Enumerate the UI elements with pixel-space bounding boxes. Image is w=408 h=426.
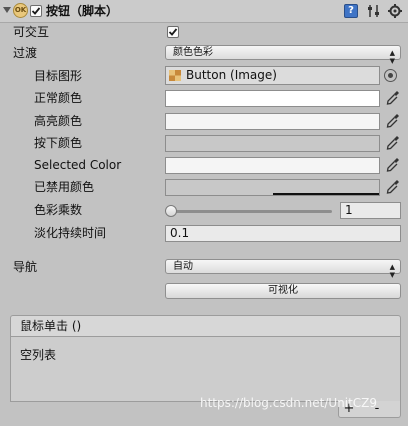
color-multiplier-input[interactable]: 1	[340, 202, 401, 219]
interactable-checkbox[interactable]	[167, 26, 179, 38]
navigation-dropdown[interactable]: 自动 ▲ ▼	[165, 259, 401, 279]
highlighted-color-field[interactable]	[165, 113, 380, 130]
checkmark-icon	[31, 7, 41, 15]
color-multiplier-slider-thumb[interactable]	[165, 205, 177, 217]
normal-color-field[interactable]	[165, 90, 380, 107]
eyedropper-icon[interactable]	[386, 179, 400, 195]
eyedropper-icon[interactable]	[386, 135, 400, 151]
preset-sliders-icon[interactable]	[366, 3, 382, 19]
pressed-color-field[interactable]	[165, 135, 380, 152]
normal-color-label: 正常颜色	[34, 91, 83, 105]
component-enabled-checkbox[interactable]	[30, 5, 42, 17]
gear-icon[interactable]	[387, 3, 403, 19]
color-multiplier-label: 色彩乘数	[34, 203, 83, 217]
watermark-text: https://blog.csdn.net/UnitCZ9	[200, 396, 378, 410]
component-title: 按钮（脚本）	[46, 4, 119, 18]
checkmark-icon	[168, 28, 178, 36]
script-ok-icon: OK	[13, 3, 28, 18]
transition-dropdown[interactable]: 颜色色彩 ▲ ▼	[165, 45, 401, 65]
visualize-button[interactable]: 可视化	[165, 283, 401, 299]
object-picker-icon[interactable]	[384, 69, 397, 82]
navigation-value: 自动	[173, 261, 193, 272]
help-icon[interactable]: ?	[344, 4, 358, 18]
highlighted-color-label: 高亮颜色	[34, 114, 83, 128]
fade-duration-label: 淡化持续时间	[34, 226, 107, 240]
eyedropper-icon[interactable]	[386, 113, 400, 129]
foldout-arrow-icon[interactable]	[3, 7, 11, 13]
target-graphic-field[interactable]: Button (Image)	[165, 66, 380, 85]
empty-list-text: 空列表	[20, 348, 57, 362]
pressed-color-label: 按下颜色	[34, 136, 83, 150]
color-multiplier-slider-track[interactable]	[172, 210, 332, 213]
alpha-bar	[273, 193, 379, 195]
disabled-color-field[interactable]	[165, 179, 380, 196]
selected-color-field[interactable]	[165, 157, 380, 174]
onclick-event-header: 鼠标单击 ()	[10, 315, 401, 337]
selected-color-label: Selected Color	[34, 158, 122, 172]
interactable-label: 可交互	[13, 25, 50, 39]
transition-value: 颜色色彩	[173, 47, 213, 58]
eyedropper-icon[interactable]	[386, 90, 400, 106]
disabled-color-label: 已禁用颜色	[34, 180, 95, 194]
onclick-event-list: 空列表	[10, 336, 401, 402]
transition-label: 过渡	[13, 46, 38, 60]
navigation-label: 导航	[13, 260, 38, 274]
eyedropper-icon[interactable]	[386, 157, 400, 173]
dropdown-arrow-icon: ▲ ▼	[389, 263, 395, 279]
target-graphic-label: 目标图形	[34, 69, 83, 83]
fade-duration-input[interactable]: 0.1	[165, 225, 401, 242]
dropdown-arrow-icon: ▲ ▼	[389, 49, 395, 65]
image-component-icon	[169, 70, 181, 81]
